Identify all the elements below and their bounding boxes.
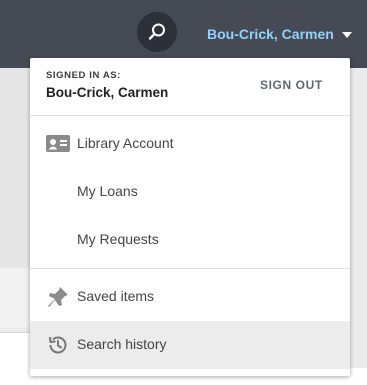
divider bbox=[30, 268, 350, 269]
menu-item-saved-items[interactable]: Saved items bbox=[30, 273, 350, 321]
sign-out-button[interactable]: SIGN OUT bbox=[260, 78, 323, 92]
menu-item-library-account[interactable]: Library Account bbox=[30, 120, 350, 168]
menu-item-my-requests[interactable]: My Requests bbox=[30, 216, 350, 264]
divider bbox=[30, 115, 350, 116]
caret-down-icon bbox=[341, 32, 352, 38]
menu-item-label: Library Account bbox=[77, 135, 174, 151]
menu-item-search-history[interactable]: Search history bbox=[30, 321, 350, 369]
background-panel bbox=[0, 68, 30, 268]
background-right bbox=[350, 68, 367, 368]
menu-item-label: My Requests bbox=[77, 231, 159, 247]
menu-item-label: My Loans bbox=[77, 183, 138, 199]
signed-in-section: SIGNED IN AS: Bou-Crick, Carmen SIGN OUT bbox=[30, 58, 350, 115]
search-button[interactable] bbox=[137, 12, 177, 52]
user-name: Bou-Crick, Carmen bbox=[207, 26, 334, 42]
menu-item-my-loans[interactable]: My Loans bbox=[30, 168, 350, 216]
user-menu-toggle[interactable]: Bou-Crick, Carmen bbox=[207, 24, 352, 44]
background-strip bbox=[0, 268, 30, 328]
user-dropdown-menu: SIGNED IN AS: Bou-Crick, Carmen SIGN OUT… bbox=[30, 58, 350, 376]
id-card-icon bbox=[46, 132, 70, 156]
history-icon bbox=[46, 333, 70, 357]
menu-item-label: Saved items bbox=[77, 288, 155, 304]
menu-item-label: Search history bbox=[77, 336, 167, 352]
signed-in-label: SIGNED IN AS: bbox=[46, 70, 122, 81]
search-icon bbox=[148, 23, 165, 40]
background-field bbox=[0, 332, 30, 356]
pin-icon bbox=[46, 285, 70, 309]
signed-in-name: Bou-Crick, Carmen bbox=[46, 85, 169, 100]
